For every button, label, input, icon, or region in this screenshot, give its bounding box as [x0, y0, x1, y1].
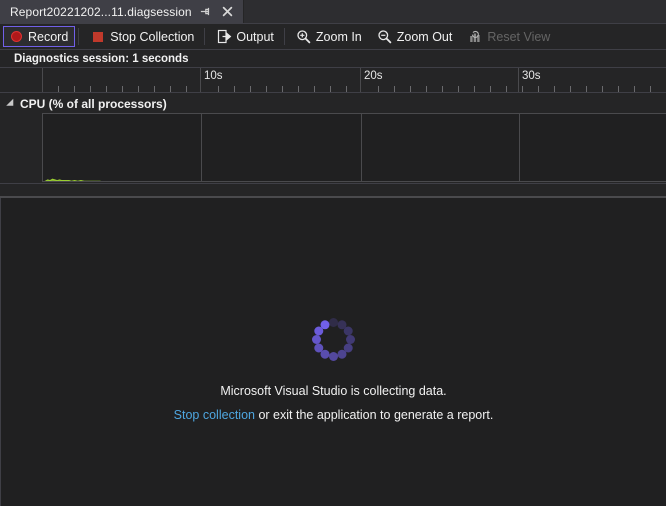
zoom-in-button-label: Zoom In — [315, 29, 362, 44]
ruler-minor-tick — [426, 86, 427, 92]
collecting-status-block: Microsoft Visual Studio is collecting da… — [1, 316, 666, 422]
toolbar: Record Stop Collection Output Zoom In Zo… — [0, 24, 666, 50]
spinner-dot — [329, 351, 338, 361]
toolbar-separator — [204, 28, 206, 45]
tab-strip: Report20221202...11.diagsession — [0, 0, 666, 24]
ruler-minor-tick — [234, 86, 235, 92]
details-pane: Microsoft Visual Studio is collecting da… — [0, 198, 666, 506]
session-status-text: Diagnostics session: 1 seconds — [14, 53, 189, 65]
ruler-major-line — [360, 68, 361, 92]
stop-collection-button[interactable]: Stop Collection — [85, 26, 201, 47]
loading-spinner-icon — [311, 316, 357, 362]
spinner-dot — [314, 343, 324, 352]
stop-collection-link[interactable]: Stop collection — [174, 408, 255, 422]
ruler-minor-tick — [218, 86, 219, 92]
ruler-minor-tick — [90, 86, 91, 92]
ruler-minor-tick — [586, 86, 587, 92]
stop-square-icon — [90, 29, 106, 45]
ruler-minor-tick — [282, 86, 283, 92]
diagnostics-session-bar: Diagnostics session: 1 seconds — [0, 51, 666, 68]
record-button[interactable]: Record — [3, 26, 76, 47]
ruler-major-line — [518, 68, 519, 92]
ruler-minor-tick — [314, 86, 315, 92]
toolbar-separator — [283, 28, 285, 45]
ruler-major-line — [42, 68, 43, 92]
ruler-minor-tick — [74, 86, 75, 92]
ruler-minor-tick — [298, 86, 299, 92]
ruler-minor-tick — [250, 86, 251, 92]
ruler-minor-tick — [506, 86, 507, 92]
ruler-minor-tick — [442, 86, 443, 92]
zoom-in-button[interactable]: Zoom In — [291, 26, 369, 47]
record-button-label: Record — [28, 29, 69, 44]
section-gap — [0, 184, 666, 196]
cpu-section-title: CPU (% of all processors) — [20, 96, 167, 111]
ruler-minor-tick — [602, 86, 603, 92]
diagnostics-hub-window: Report20221202...11.diagsession Record S… — [0, 0, 666, 506]
ruler-minor-tick — [266, 86, 267, 92]
ruler-minor-tick — [634, 86, 635, 92]
reset-view-button[interactable]: Reset View — [462, 26, 557, 47]
ruler-minor-tick — [106, 86, 107, 92]
spinner-dot — [320, 319, 330, 329]
tab-diagsession-report[interactable]: Report20221202...11.diagsession — [0, 0, 244, 23]
record-circle-icon — [8, 29, 24, 45]
ruler-minor-tick — [378, 86, 379, 92]
ruler-minor-tick — [538, 86, 539, 92]
ruler-minor-tick — [410, 86, 411, 92]
zoom-out-button-label: Zoom Out — [396, 29, 453, 44]
cpu-trace — [44, 178, 102, 181]
ruler-major-line — [200, 68, 201, 92]
tab-title: Report20221202...11.diagsession — [10, 4, 192, 19]
output-document-icon — [216, 29, 232, 45]
spinner-dot — [312, 334, 321, 344]
ruler-minor-tick — [570, 86, 571, 92]
stop-collection-message: Stop collection or exit the application … — [174, 408, 494, 422]
close-icon[interactable] — [219, 3, 236, 20]
ruler-minor-tick — [170, 86, 171, 92]
ruler-minor-tick — [522, 86, 523, 92]
output-button[interactable]: Output — [211, 26, 281, 47]
collecting-message: Microsoft Visual Studio is collecting da… — [220, 384, 447, 398]
cpu-graph: 100 0 — [0, 113, 666, 184]
ruler-minor-tick — [458, 86, 459, 92]
stop-collection-message-suffix: or exit the application to generate a re… — [254, 408, 494, 422]
reset-view-button-label: Reset View — [487, 29, 551, 44]
ruler-minor-tick — [186, 86, 187, 92]
pin-icon[interactable] — [197, 3, 214, 20]
toolbar-separator — [78, 28, 80, 45]
ruler-minor-tick — [554, 86, 555, 92]
ruler-minor-tick — [154, 86, 155, 92]
triangle-down-icon[interactable] — [6, 98, 17, 109]
timeline-ruler[interactable]: 10s 20s 30s — [0, 68, 666, 93]
spinner-dot — [337, 349, 347, 359]
ruler-minor-tick — [58, 86, 59, 92]
magnifier-plus-icon — [296, 29, 312, 45]
ruler-minor-tick — [122, 86, 123, 92]
output-button-label: Output — [236, 29, 274, 44]
ruler-label: 30s — [522, 70, 541, 82]
magnifier-minus-icon — [377, 29, 393, 45]
zoom-out-button[interactable]: Zoom Out — [372, 26, 460, 47]
ruler-minor-tick — [394, 86, 395, 92]
ruler-minor-tick — [138, 86, 139, 92]
stop-collection-button-label: Stop Collection — [110, 29, 195, 44]
cpu-section-header[interactable]: CPU (% of all processors) — [0, 94, 666, 113]
cpu-plot-area[interactable] — [42, 113, 666, 182]
ruler-minor-tick — [330, 86, 331, 92]
ruler-minor-tick — [346, 86, 347, 92]
ruler-label: 20s — [364, 70, 383, 82]
ruler-label: 10s — [204, 70, 223, 82]
ruler-minor-tick — [474, 86, 475, 92]
ruler-minor-tick — [490, 86, 491, 92]
ruler-minor-tick — [618, 86, 619, 92]
ruler-minor-tick — [650, 86, 651, 92]
bar-chart-reset-icon — [467, 29, 483, 45]
